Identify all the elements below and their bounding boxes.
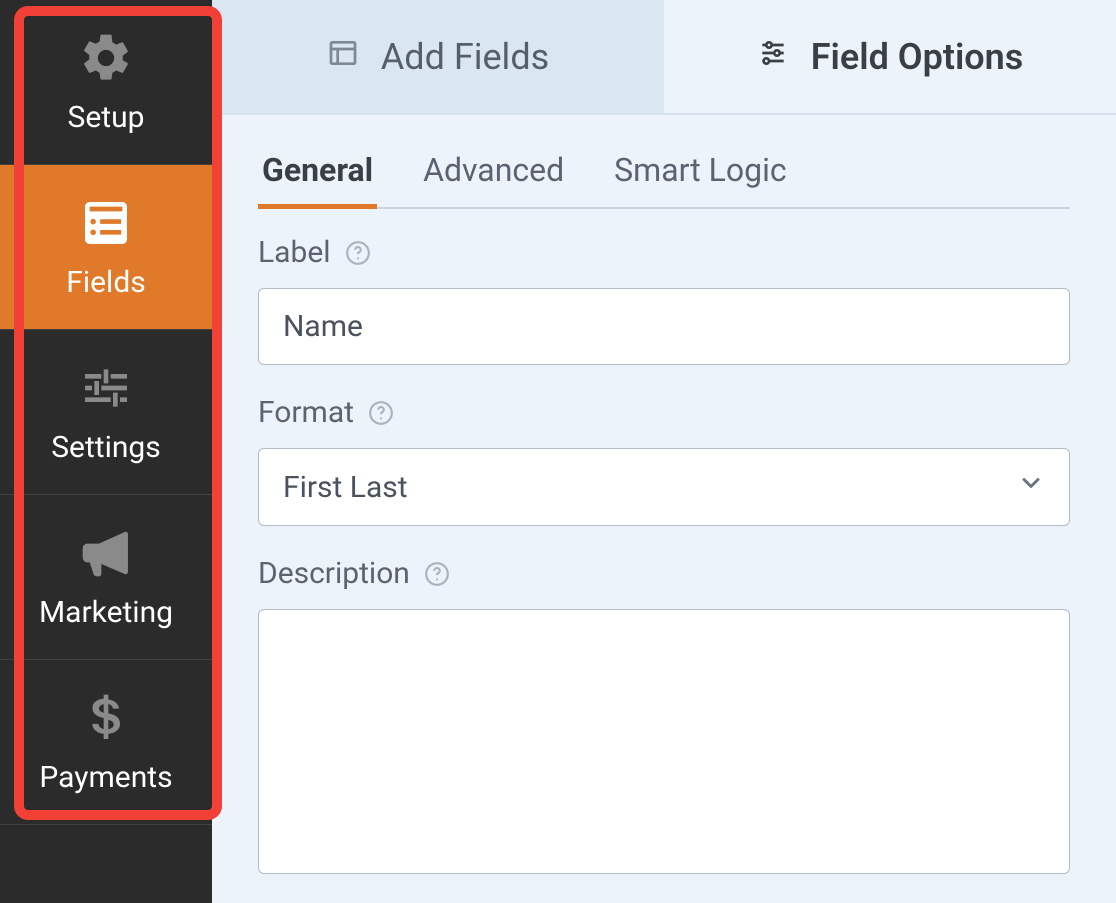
sidebar-item-fields[interactable]: Fields [0, 165, 212, 330]
top-tabs: Add Fields Field Options [212, 0, 1116, 115]
sidebar-item-label: Setup [68, 100, 145, 135]
sidebar: Setup Fields Settings Marketing Payments [0, 0, 212, 903]
sidebar-item-label: Payments [39, 760, 172, 795]
chevron-down-icon [1017, 469, 1045, 505]
select-value: First Last [283, 470, 408, 505]
list-box-icon [78, 195, 134, 251]
form-grid-icon [327, 36, 359, 78]
sidebar-item-settings[interactable]: Settings [0, 330, 212, 495]
description-textarea[interactable] [258, 609, 1070, 874]
subtab-smart-logic[interactable]: Smart Logic [610, 133, 790, 207]
description-title: Description [258, 556, 1070, 591]
sidebar-item-marketing[interactable]: Marketing [0, 495, 212, 660]
help-icon[interactable] [424, 561, 450, 587]
label-text: Label [258, 235, 331, 270]
app-root: Setup Fields Settings Marketing Payments [0, 0, 1116, 903]
label-title: Label [258, 235, 1070, 270]
help-icon[interactable] [368, 400, 394, 426]
sidebar-item-label: Marketing [39, 595, 173, 630]
options-panel: General Advanced Smart Logic Label Forma… [212, 115, 1116, 903]
dollar-icon [78, 690, 134, 746]
row-format: Format First Last [258, 395, 1070, 526]
main-panel: Add Fields Field Options General Advance… [212, 0, 1116, 903]
label-text: Format [258, 395, 354, 430]
label-input[interactable] [258, 288, 1070, 365]
format-select[interactable]: First Last [258, 448, 1070, 526]
sidebar-item-label: Fields [66, 265, 145, 300]
sidebar-item-setup[interactable]: Setup [0, 0, 212, 165]
label-text: Description [258, 556, 410, 591]
sidebar-item-payments[interactable]: Payments [0, 660, 212, 825]
sliders-icon [757, 36, 789, 78]
sidebar-item-label: Settings [51, 430, 161, 465]
format-title: Format [258, 395, 1070, 430]
megaphone-icon [78, 525, 134, 581]
subtab-advanced[interactable]: Advanced [419, 133, 568, 207]
tab-field-options[interactable]: Field Options [664, 0, 1116, 113]
subtab-general[interactable]: General [258, 133, 377, 207]
sub-tabs: General Advanced Smart Logic [258, 133, 1070, 209]
tab-add-fields[interactable]: Add Fields [212, 0, 664, 113]
tab-label: Field Options [811, 36, 1024, 78]
row-description: Description [258, 556, 1070, 878]
gear-icon [78, 30, 134, 86]
tab-label: Add Fields [381, 36, 549, 78]
row-label: Label [258, 235, 1070, 365]
help-icon[interactable] [345, 240, 371, 266]
sliders-icon [78, 360, 134, 416]
